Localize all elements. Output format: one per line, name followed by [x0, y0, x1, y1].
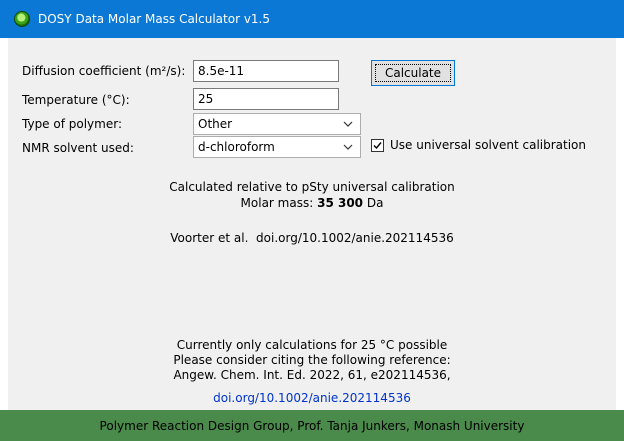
temperature-input[interactable] — [193, 88, 339, 110]
diffusion-coefficient-input[interactable] — [193, 60, 339, 82]
nmr-solvent-value: d-chloroform — [198, 140, 275, 154]
temperature-label: Temperature (°C): — [22, 93, 130, 107]
title-bar[interactable]: DOSY Data Molar Mass Calculator v1.5 — [0, 0, 624, 38]
notice-line-2: Please consider citing the following ref… — [173, 353, 451, 367]
footer-bar: Polymer Reaction Design Group, Prof. Tan… — [0, 410, 624, 441]
app-icon — [14, 11, 30, 27]
nmr-solvent-select[interactable]: d-chloroform — [193, 136, 361, 158]
calculate-button-label: Calculate — [384, 66, 442, 80]
chevron-down-icon — [343, 144, 353, 150]
doi-link[interactable]: doi.org/10.1002/anie.202114536 — [8, 391, 616, 405]
notice-line-1: Currently only calculations for 25 °C po… — [176, 338, 448, 352]
molar-mass-unit: Da — [363, 196, 384, 210]
reference-line: Voorter et al. doi.org/10.1002/anie.2021… — [170, 231, 454, 245]
footer-text: Polymer Reaction Design Group, Prof. Tan… — [99, 418, 525, 433]
checkmark-icon — [373, 141, 382, 149]
polymer-type-label: Type of polymer: — [22, 117, 122, 131]
molar-mass-result: Molar mass: 35 300 Da — [8, 196, 616, 210]
polymer-type-select[interactable]: Other — [193, 113, 361, 135]
universal-calibration-label: Use universal solvent calibration — [390, 138, 586, 152]
window-title: DOSY Data Molar Mass Calculator v1.5 — [38, 12, 271, 26]
universal-calibration-option[interactable]: Use universal solvent calibration — [371, 138, 586, 152]
polymer-type-value: Other — [198, 117, 233, 131]
nmr-solvent-label: NMR solvent used: — [22, 141, 134, 155]
molar-mass-value: 35 300 — [317, 196, 364, 210]
window-body: Diffusion coefficient (m²/s): Calculate … — [8, 38, 616, 410]
chevron-down-icon — [343, 121, 353, 127]
calibration-note: Calculated relative to pSty universal ca… — [169, 180, 455, 194]
diffusion-coefficient-label: Diffusion coefficient (m²/s): — [22, 64, 186, 78]
universal-calibration-checkbox[interactable] — [371, 138, 384, 152]
calculate-button[interactable]: Calculate — [371, 60, 455, 86]
molar-mass-prefix: Molar mass: — [240, 196, 318, 210]
notice-line-3: Angew. Chem. Int. Ed. 2022, 61, e2021145… — [173, 368, 451, 382]
